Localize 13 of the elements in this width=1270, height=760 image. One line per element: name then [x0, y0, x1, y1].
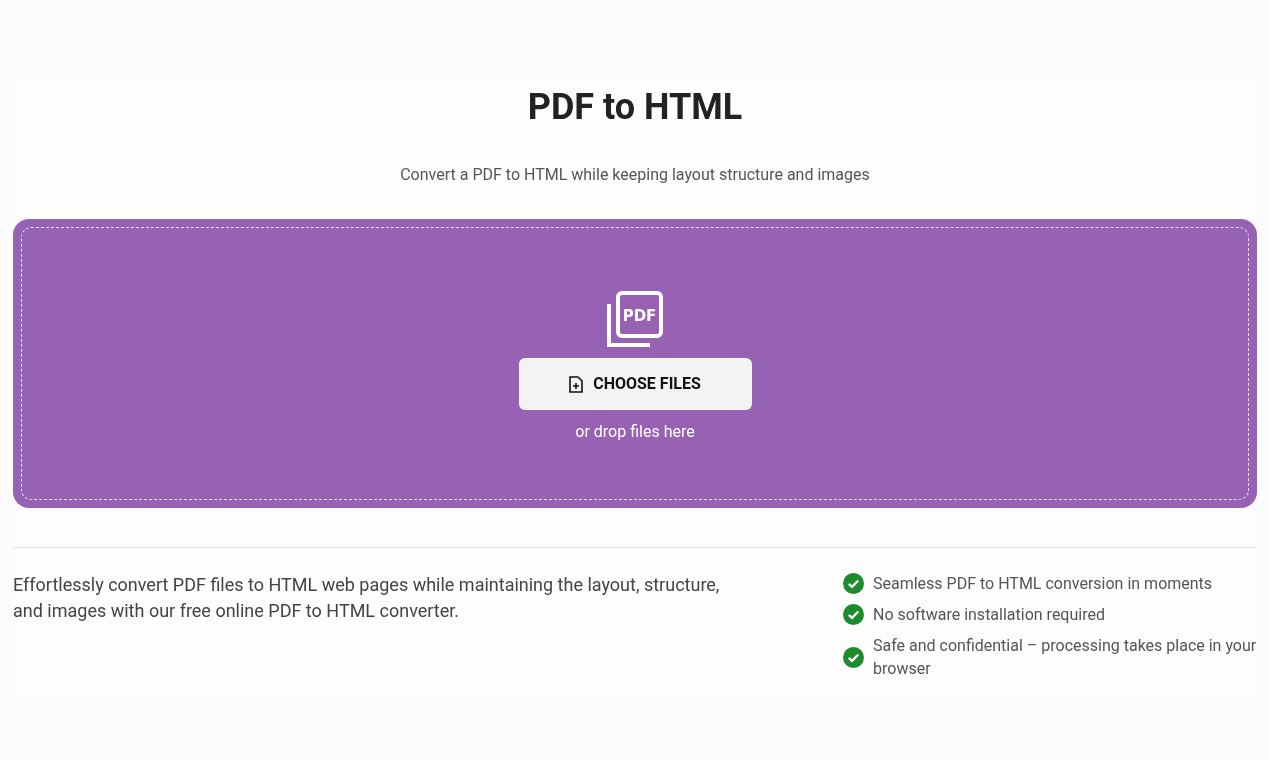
feature-text: Seamless PDF to HTML conversion in moments — [873, 573, 1213, 595]
description-text: Effortlessly convert PDF files to HTML web pages while maintaining the layout, structure, and images with our free online PDF to HTML converter. — [13, 573, 721, 623]
page-subtitle: Convert a PDF to HTML while keeping layout structure and images — [400, 164, 870, 186]
drop-hint: or drop files here — [575, 421, 695, 443]
choose-files-button[interactable]: CHOOSE FILES — [518, 358, 752, 410]
page-title: PDF to HTML — [527, 85, 743, 129]
feature-text: No software installation required — [873, 604, 1105, 626]
check-circle-icon — [843, 604, 864, 625]
drop-zone[interactable]: PDF CHOOSE FILES or drop files here — [13, 219, 1257, 508]
check-circle-icon — [843, 573, 864, 594]
file-plus-icon — [569, 375, 584, 393]
feature-text: Safe and confidential – processing takes place in your browser — [873, 635, 1257, 680]
check-circle-icon — [843, 646, 864, 668]
